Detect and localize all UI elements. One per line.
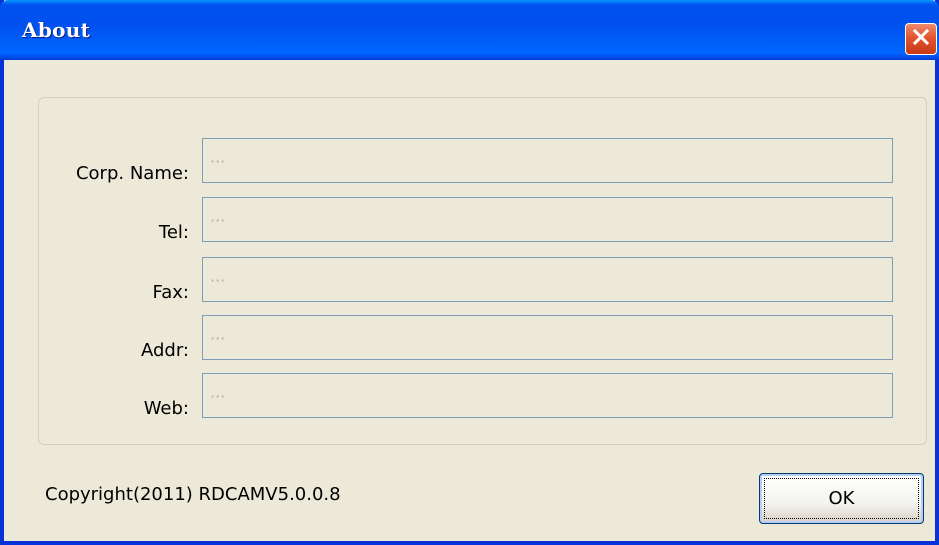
title-bar[interactable]: About bbox=[0, 0, 939, 60]
addr-label: Addr: bbox=[141, 340, 189, 361]
window-title: About bbox=[22, 18, 91, 42]
corp-name-field[interactable] bbox=[202, 138, 893, 183]
web-label: Web: bbox=[143, 398, 189, 419]
close-x-icon bbox=[912, 28, 930, 50]
tel-label: Tel: bbox=[158, 222, 189, 243]
about-dialog: About Corp. Name: Tel: Fax: Addr: Web: C… bbox=[0, 0, 939, 545]
copyright-text: Copyright(2011) RDCAMV5.0.0.8 bbox=[45, 484, 341, 505]
tel-field[interactable] bbox=[202, 197, 893, 242]
fax-field[interactable] bbox=[202, 257, 893, 302]
web-field[interactable] bbox=[202, 373, 893, 418]
addr-field[interactable] bbox=[202, 315, 893, 360]
ok-button-label: OK bbox=[828, 488, 855, 509]
ok-button[interactable]: OK bbox=[759, 473, 924, 524]
corp-name-label: Corp. Name: bbox=[75, 163, 189, 184]
fax-label: Fax: bbox=[152, 282, 189, 303]
close-button[interactable] bbox=[905, 23, 937, 55]
